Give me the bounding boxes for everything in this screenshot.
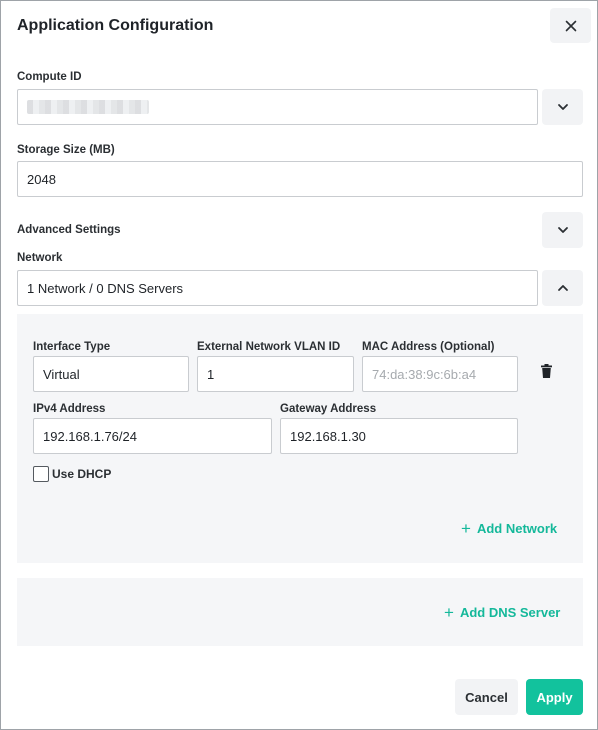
application-configuration-dialog: Application Configuration Compute ID Sto…: [0, 0, 598, 730]
compute-id-select[interactable]: [17, 89, 538, 125]
add-network-label: Add Network: [476, 521, 558, 536]
vlan-id-label: External Network VLAN ID: [197, 341, 341, 353]
close-icon: [565, 20, 576, 31]
apply-button[interactable]: Apply: [526, 679, 583, 715]
chevron-up-icon: [557, 285, 568, 291]
ipv4-address-input[interactable]: 192.168.1.76/24: [33, 418, 272, 454]
use-dhcp-checkbox[interactable]: [33, 466, 49, 482]
network-label: Network: [17, 252, 63, 264]
use-dhcp-label: Use DHCP: [52, 467, 112, 481]
add-network-button[interactable]: + Add Network: [461, 520, 557, 537]
mac-address-input[interactable]: 74:da:38:9c:6b:a4: [362, 356, 518, 392]
chevron-down-icon: [557, 104, 568, 110]
advanced-settings-label: Advanced Settings: [17, 224, 121, 236]
ipv4-address-label: IPv4 Address: [33, 403, 106, 415]
interface-type-select[interactable]: Virtual: [33, 356, 189, 392]
add-dns-server-label: Add DNS Server: [459, 605, 561, 620]
storage-size-label: Storage Size (MB): [17, 144, 115, 156]
storage-size-input[interactable]: 2048: [17, 161, 583, 197]
mac-address-label: MAC Address (Optional): [362, 341, 495, 353]
chevron-down-icon: [557, 227, 568, 233]
gateway-address-input[interactable]: 192.168.1.30: [280, 418, 518, 454]
vlan-id-input[interactable]: 1: [197, 356, 354, 392]
gateway-address-label: Gateway Address: [280, 403, 377, 415]
compute-id-dropdown-button[interactable]: [542, 89, 583, 125]
redacted-value: [27, 100, 149, 114]
compute-id-label: Compute ID: [17, 71, 82, 83]
close-button[interactable]: [550, 8, 591, 43]
cancel-button[interactable]: Cancel: [455, 679, 518, 715]
network-collapse-button[interactable]: [542, 270, 583, 306]
plus-icon: +: [444, 603, 454, 622]
delete-interface-button[interactable]: [539, 363, 553, 379]
advanced-settings-toggle[interactable]: [542, 212, 583, 248]
dialog-title: Application Configuration: [17, 17, 214, 34]
trash-icon: [540, 364, 552, 378]
use-dhcp-option[interactable]: Use DHCP: [33, 466, 111, 482]
network-summary-field[interactable]: 1 Network / 0 DNS Servers: [17, 270, 538, 306]
plus-icon: +: [461, 519, 471, 538]
interface-type-label: Interface Type: [33, 341, 111, 353]
add-dns-server-button[interactable]: + Add DNS Server: [444, 604, 560, 621]
